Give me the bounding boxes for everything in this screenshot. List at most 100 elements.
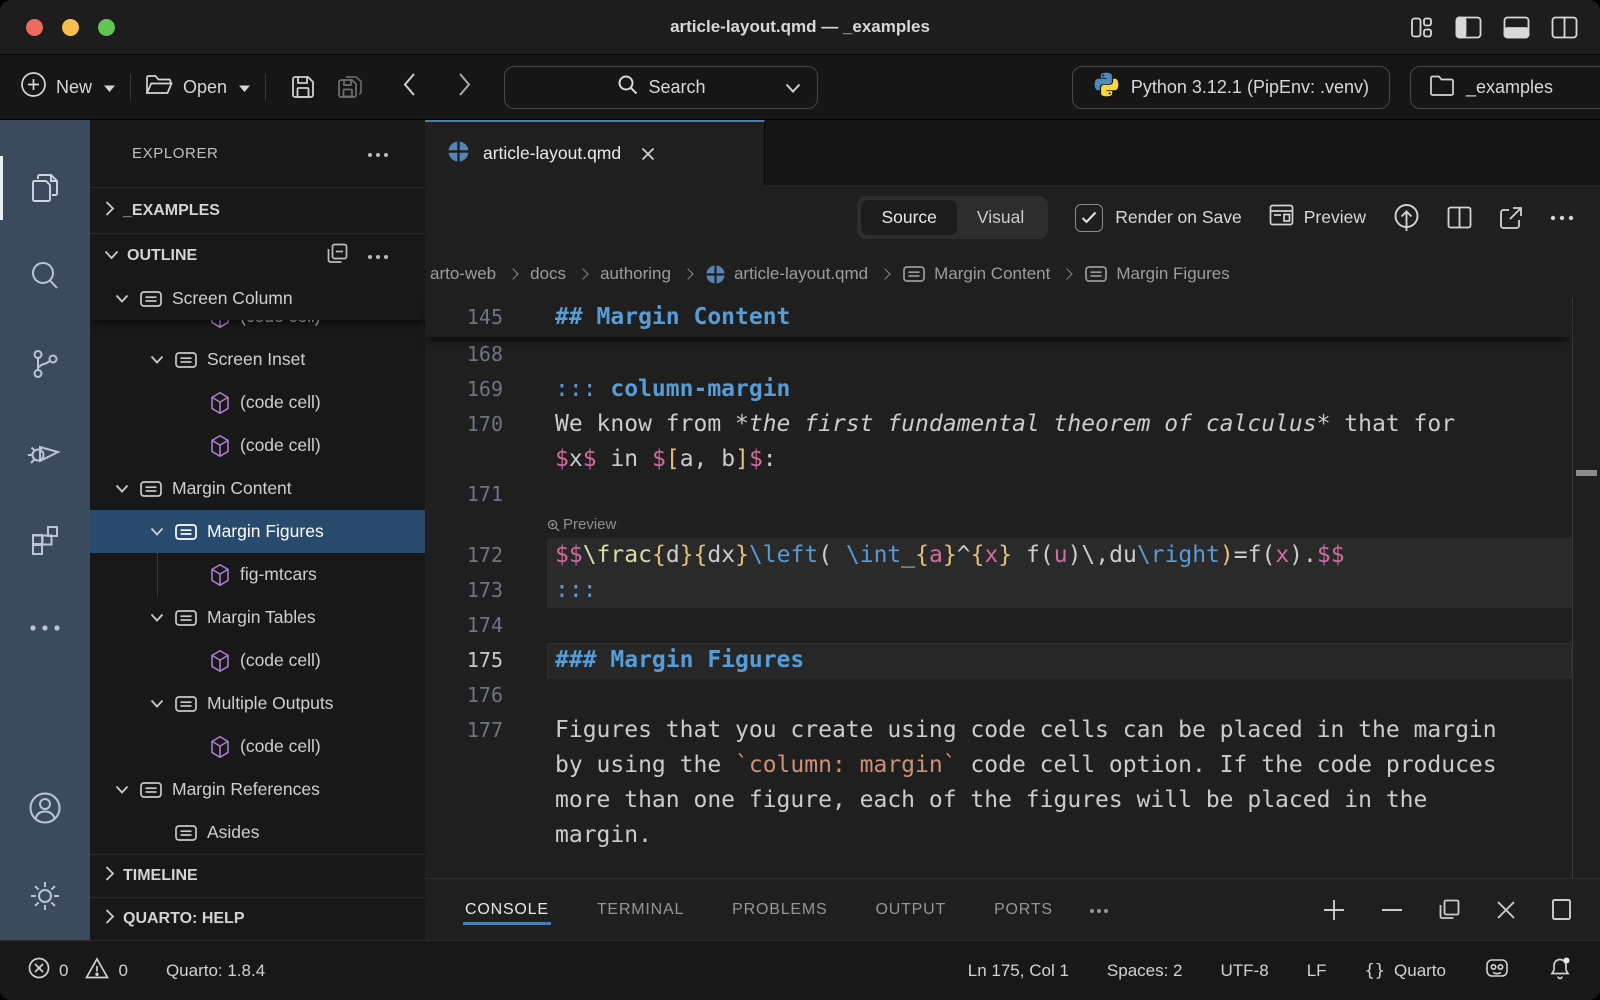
- outline-item-margin-content[interactable]: Margin Content: [90, 467, 425, 510]
- activity-extensions[interactable]: [0, 496, 90, 584]
- outline-item-asides[interactable]: Asides: [90, 811, 425, 854]
- code-line-wrap[interactable]: $x$ in $[a, b]$:: [425, 442, 1572, 477]
- code-line-wrap[interactable]: margin.: [425, 818, 1572, 853]
- customize-layout-icon[interactable]: [1409, 15, 1434, 40]
- outline-item-screen-inset[interactable]: Screen Inset: [90, 338, 425, 381]
- activity-run-debug[interactable]: [0, 408, 90, 496]
- problems-status[interactable]: 0 0: [28, 957, 128, 984]
- cursor-position-status[interactable]: Ln 175, Col 1: [968, 961, 1069, 981]
- code-line-168[interactable]: 168: [425, 337, 1572, 372]
- new-console-icon[interactable]: [1322, 898, 1346, 922]
- breadcrumb-arto-web[interactable]: arto-web: [430, 264, 496, 284]
- global-search-box[interactable]: Search: [504, 66, 818, 109]
- chevron-down-icon[interactable]: [105, 484, 139, 493]
- explorer-more-icon[interactable]: [367, 145, 389, 163]
- outline-item-code-cell[interactable]: (code cell): [90, 320, 425, 338]
- activity-account[interactable]: [0, 764, 90, 852]
- copilot-status[interactable]: [1484, 957, 1510, 984]
- save-icon[interactable]: [289, 73, 317, 101]
- indentation-status[interactable]: Spaces: 2: [1107, 961, 1183, 981]
- interpreter-selector[interactable]: Python 3.12.1 (PipEnv: .venv): [1072, 66, 1390, 109]
- split-editor-icon[interactable]: [1447, 206, 1472, 229]
- overview-ruler[interactable]: [1572, 298, 1600, 878]
- activity-settings[interactable]: [0, 852, 90, 940]
- restore-panel-icon[interactable]: [1438, 898, 1461, 921]
- breadcrumb-article-layout-qmd[interactable]: article-layout.qmd: [705, 264, 868, 285]
- panel-tab-console[interactable]: CONSOLE: [463, 883, 551, 937]
- outline-item-code-cell[interactable]: (code cell): [90, 381, 425, 424]
- chevron-down-icon[interactable]: [105, 785, 139, 794]
- save-all-icon[interactable]: [335, 73, 365, 101]
- outline-item-code-cell[interactable]: (code cell): [90, 725, 425, 768]
- section-quarto-help[interactable]: QUARTO: HELP: [90, 897, 425, 940]
- new-button[interactable]: New: [20, 71, 116, 103]
- forward-icon[interactable]: [457, 72, 472, 102]
- language-mode-status[interactable]: {} Quarto: [1365, 961, 1446, 981]
- collapse-all-icon[interactable]: [326, 242, 349, 270]
- editor-more-icon[interactable]: [1550, 215, 1574, 221]
- maximize-panel-icon[interactable]: [1551, 898, 1572, 921]
- breadcrumb-docs[interactable]: docs: [530, 264, 566, 284]
- encoding-status[interactable]: UTF-8: [1221, 961, 1269, 981]
- code-line-wrap[interactable]: more than one figure, each of the figure…: [425, 783, 1572, 818]
- back-icon[interactable]: [402, 72, 417, 102]
- breadcrumb-margin-figures[interactable]: Margin Figures: [1084, 264, 1229, 284]
- open-button[interactable]: Open: [145, 73, 251, 102]
- code-line-170[interactable]: 170We know from *the first fundamental t…: [425, 407, 1572, 442]
- outline-item-code-cell[interactable]: (code cell): [90, 424, 425, 467]
- chevron-down-icon[interactable]: [140, 613, 174, 622]
- activity-search[interactable]: [0, 232, 90, 320]
- chevron-down-icon[interactable]: [105, 294, 139, 303]
- outline-item-margin-figures[interactable]: Margin Figures: [90, 510, 425, 553]
- breadcrumb-authoring[interactable]: authoring: [600, 264, 671, 284]
- code-line-176[interactable]: 176: [425, 678, 1572, 713]
- section-outline[interactable]: OUTLINE: [90, 234, 425, 277]
- chevron-down-icon[interactable]: [140, 355, 174, 364]
- sticky-scroll-line[interactable]: 145## Margin Content: [425, 298, 1572, 337]
- outline-more-icon[interactable]: [367, 247, 389, 265]
- code-line-173[interactable]: 173:::: [425, 573, 1572, 608]
- code-line-wrap[interactable]: by using the `column: margin` code cell …: [425, 748, 1572, 783]
- code-line-172[interactable]: 172$$\frac{d}{dx}\left( \int_{a}^{x} f(u…: [425, 538, 1572, 573]
- mode-visual-button[interactable]: Visual: [957, 200, 1044, 235]
- section-timeline[interactable]: TIMELINE: [90, 854, 425, 897]
- eol-status[interactable]: LF: [1307, 961, 1327, 981]
- open-external-icon[interactable]: [1499, 206, 1523, 230]
- chevron-down-icon[interactable]: [140, 527, 174, 536]
- activity-explorer[interactable]: [0, 144, 90, 232]
- tab-article-layout[interactable]: article-layout.qmd: [425, 120, 765, 185]
- code-line-169[interactable]: 169::: column-margin: [425, 372, 1572, 407]
- activity-source-control[interactable]: [0, 320, 90, 408]
- close-tab-icon[interactable]: [640, 146, 656, 162]
- render-on-save-toggle[interactable]: Render on Save: [1075, 204, 1241, 232]
- minimize-panel-icon[interactable]: [1381, 908, 1403, 912]
- panel-tab-ports[interactable]: PORTS: [992, 883, 1055, 937]
- toggle-right-panel-icon[interactable]: [1551, 16, 1578, 39]
- panel-tab-output[interactable]: OUTPUT: [873, 883, 948, 937]
- notifications-status[interactable]: [1548, 956, 1572, 986]
- toggle-bottom-panel-icon[interactable]: [1503, 16, 1530, 39]
- code-line-177[interactable]: 177Figures that you create using code ce…: [425, 713, 1572, 748]
- outline-item-margin-tables[interactable]: Margin Tables: [90, 596, 425, 639]
- code-line-171[interactable]: 171: [425, 477, 1572, 512]
- code-line-174[interactable]: 174: [425, 608, 1572, 643]
- section-examples[interactable]: _EXAMPLES: [90, 188, 425, 234]
- breadcrumb-margin-content[interactable]: Margin Content: [902, 264, 1050, 284]
- outline-item-multiple-outputs[interactable]: Multiple Outputs: [90, 682, 425, 725]
- outline-item-fig-mtcars[interactable]: fig-mtcars: [90, 553, 425, 596]
- activity-more[interactable]: [0, 584, 90, 672]
- mode-source-button[interactable]: Source: [861, 200, 956, 235]
- outline-item-margin-references[interactable]: Margin References: [90, 768, 425, 811]
- close-panel-icon[interactable]: [1496, 900, 1516, 920]
- render-document-icon[interactable]: [1393, 203, 1420, 232]
- outline-item-code-cell[interactable]: (code cell): [90, 639, 425, 682]
- quarto-version-status[interactable]: Quarto: 1.8.4: [166, 961, 265, 981]
- preview-button[interactable]: Preview: [1269, 204, 1366, 231]
- chevron-down-icon[interactable]: [140, 699, 174, 708]
- panel-more-icon[interactable]: [1089, 901, 1109, 919]
- workspace-selector[interactable]: _examples: [1410, 66, 1600, 109]
- panel-tab-problems[interactable]: PROBLEMS: [730, 883, 829, 937]
- toggle-left-panel-icon[interactable]: [1455, 16, 1482, 39]
- outline-item-screen-column[interactable]: Screen Column: [90, 277, 425, 320]
- code-line-175[interactable]: 175### Margin Figures: [425, 643, 1572, 678]
